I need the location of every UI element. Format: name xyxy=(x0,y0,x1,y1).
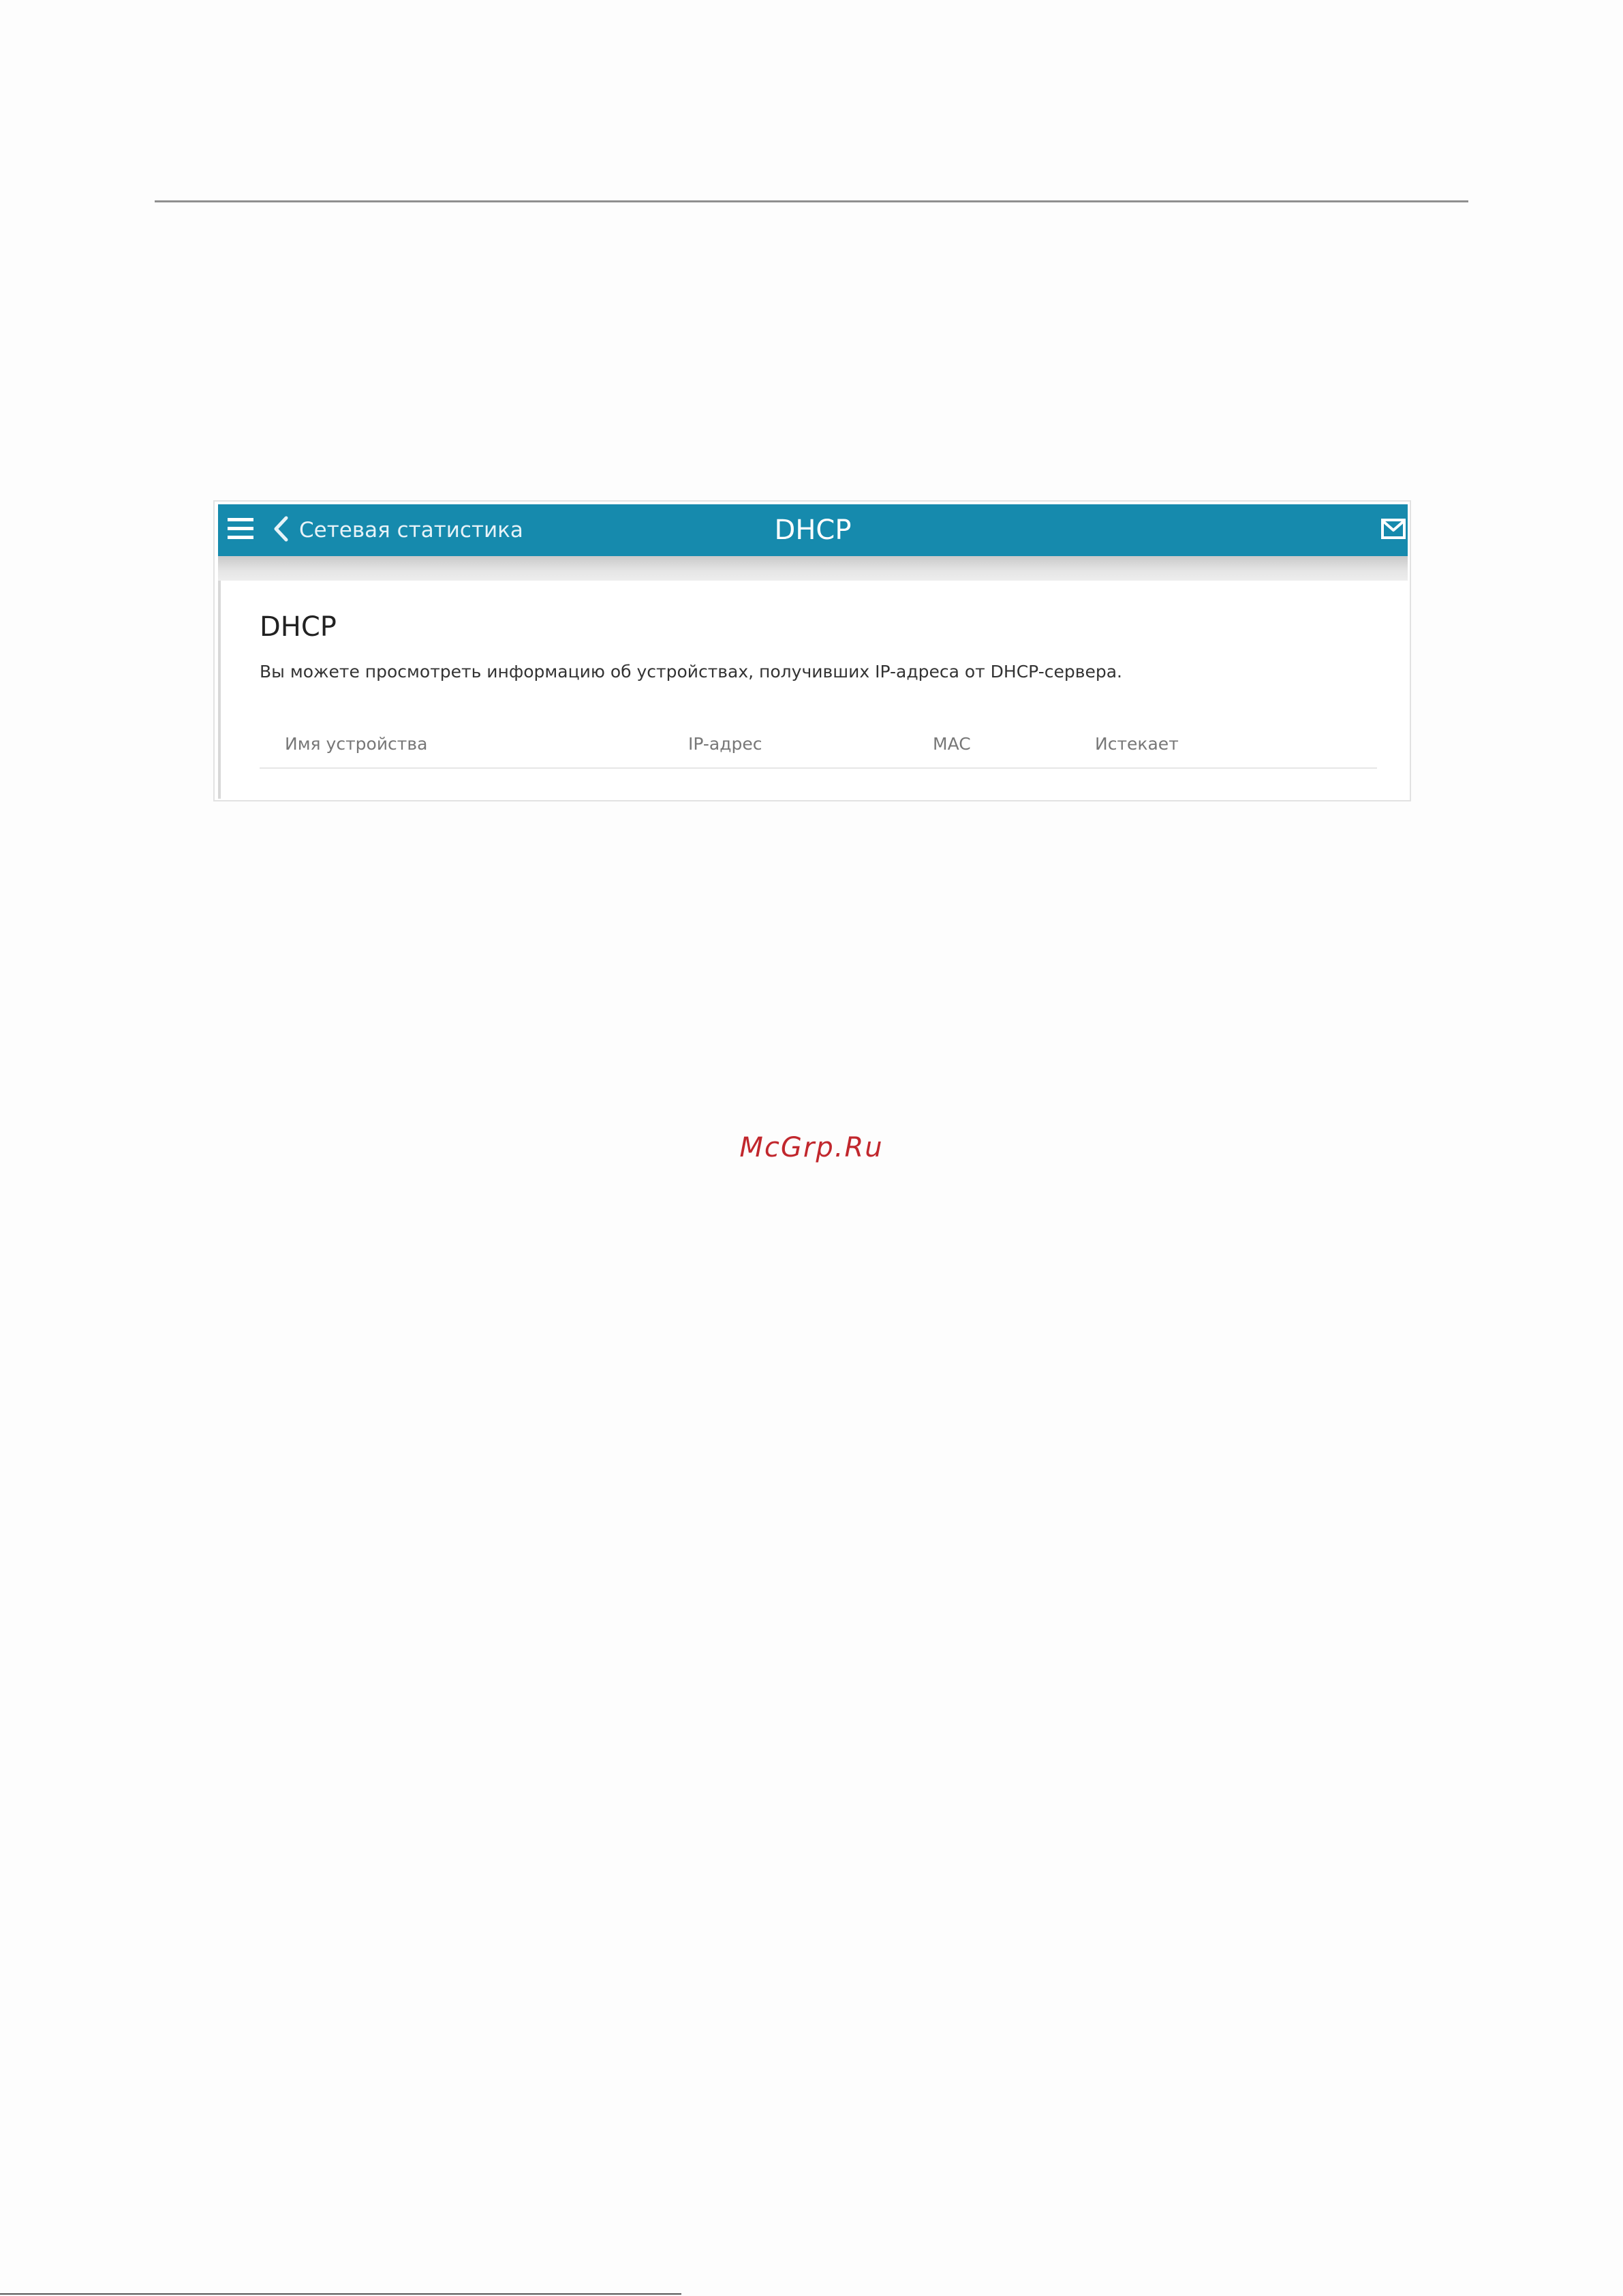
dhcp-screenshot: Сетевая статистика DHCP DHCP Вы можете п… xyxy=(213,500,1411,801)
page-title: DHCP xyxy=(774,515,852,546)
section-title: DHCP xyxy=(260,611,337,643)
watermark-text: McGrp.Ru xyxy=(739,1132,884,1163)
app-header: Сетевая статистика DHCP xyxy=(218,504,1408,556)
column-header-mac[interactable]: MAC xyxy=(933,733,971,755)
section-description: Вы можете просмотреть информацию об устр… xyxy=(260,662,1122,682)
content-panel: DHCP Вы можете просмотреть информацию об… xyxy=(218,581,1408,799)
column-header-ip-address[interactable]: IP-адрес xyxy=(688,733,762,755)
column-header-device-name[interactable]: Имя устройства xyxy=(285,733,427,755)
table-header: Имя устройства IP-адрес MAC Истекает xyxy=(260,729,1377,769)
page-top-rule xyxy=(155,200,1468,202)
envelope-icon[interactable] xyxy=(1381,518,1406,540)
header-shadow xyxy=(218,556,1408,581)
column-header-expires[interactable]: Истекает xyxy=(1095,733,1179,755)
page-bottom-rule xyxy=(0,2293,681,2295)
